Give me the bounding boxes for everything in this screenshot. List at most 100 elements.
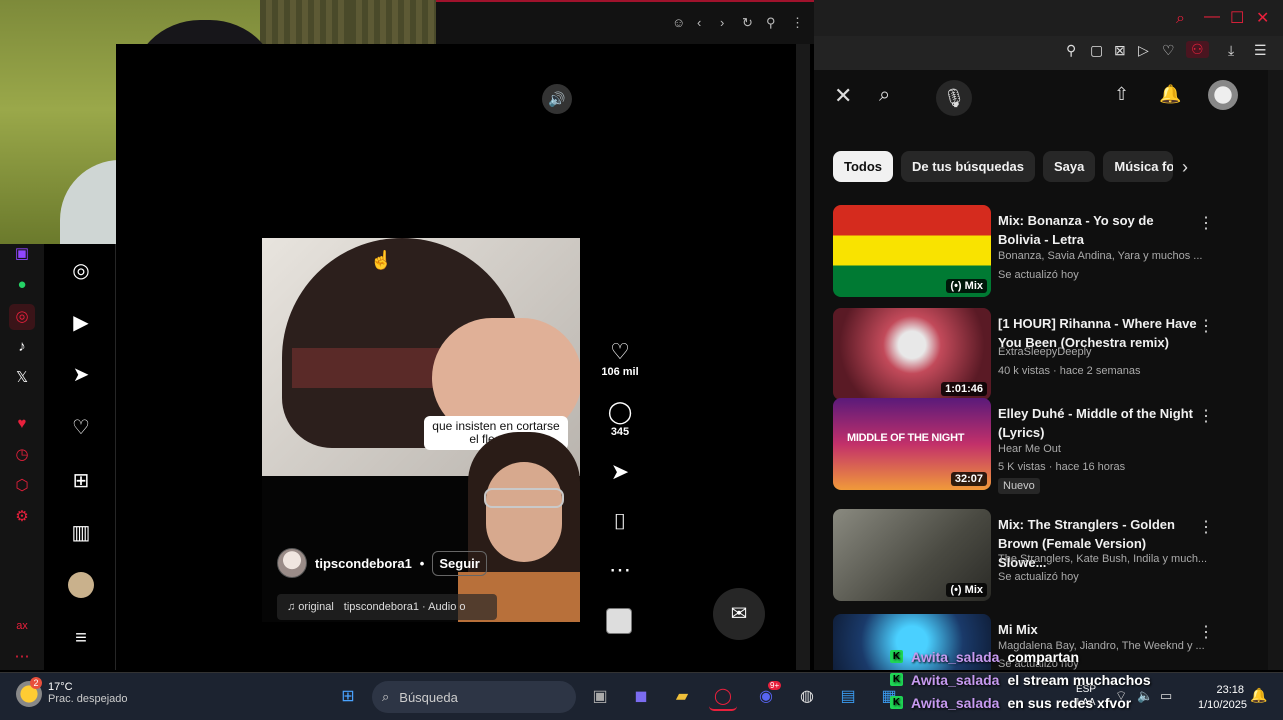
discord-badge: 9+ xyxy=(768,681,782,690)
share-button[interactable]: ➤ xyxy=(598,460,642,484)
audio-thumbnail[interactable] xyxy=(606,608,632,634)
video-title[interactable]: Mix: Bonanza - Yo soy de Bolivia - Letra xyxy=(998,211,1198,249)
video-item[interactable]: MIDDLE OF THE NIGHT 32:07 Elley Duhé - M… xyxy=(833,398,1214,494)
video-thumbnail[interactable]: (•) Mix xyxy=(833,205,991,297)
back-icon[interactable]: ‹ xyxy=(697,15,701,30)
video-item[interactable]: 1:01:46 [1 HOUR] Rihanna - Where Have Yo… xyxy=(833,308,1214,403)
reels-icon[interactable]: ▶ xyxy=(68,310,94,336)
temperature: 17°C xyxy=(48,681,73,693)
audio-info[interactable]: ♫ original tipscondebora1 · Audio o xyxy=(277,594,497,620)
profile-avatar[interactable] xyxy=(68,572,94,598)
start-icon[interactable]: ⊞ xyxy=(334,683,362,711)
author-username[interactable]: tipscondebora1 xyxy=(315,556,412,571)
settings-icon[interactable]: ⚙ xyxy=(12,507,32,527)
more-options-button[interactable]: ⋯ xyxy=(598,558,642,582)
menu-dots-icon[interactable]: ⋮ xyxy=(791,15,804,31)
obs-icon[interactable]: ◍ xyxy=(793,683,821,711)
store-icon[interactable]: ▤ xyxy=(834,683,862,711)
pin-icon[interactable]: ⚲ xyxy=(766,15,776,31)
messenger-button[interactable]: ✉ xyxy=(713,588,765,640)
explore-icon[interactable]: ◎ xyxy=(68,258,94,284)
chip-music[interactable]: Música fo xyxy=(1103,151,1174,182)
reload-icon[interactable]: ↻ xyxy=(742,15,753,31)
chat-message: K Awita_salada en sus redes xfvor xyxy=(890,691,1210,714)
weather-widget[interactable]: 17°C Prac. despejado 2 xyxy=(16,677,128,707)
adblock-icon[interactable]: ⊠ xyxy=(1114,42,1126,59)
send-icon: ➤ xyxy=(610,459,630,484)
author-avatar[interactable] xyxy=(277,548,307,578)
player-icon[interactable]: ▷ xyxy=(1138,42,1149,59)
more-menu-icon[interactable]: ≡ xyxy=(68,625,94,651)
close-search-icon[interactable]: ✕ xyxy=(834,83,852,109)
maximize-icon[interactable]: ☐ xyxy=(1230,8,1244,28)
tiktok-icon[interactable]: ♪ xyxy=(12,337,32,357)
twitch-icon[interactable]: ▣ xyxy=(12,244,32,264)
save-button[interactable]: ⌷ xyxy=(598,510,642,534)
video-channel: ExtraSleepyDeeply xyxy=(998,346,1092,358)
chip-saya[interactable]: Saya xyxy=(1043,151,1096,182)
create-icon[interactable]: ⊞ xyxy=(68,468,94,494)
taskbar-search[interactable]: ⌕ Búsqueda xyxy=(372,681,576,713)
account-avatar[interactable] xyxy=(1208,80,1238,110)
whatsapp-icon[interactable]: ● xyxy=(12,275,32,295)
extensions-icon[interactable]: ⬡ xyxy=(12,476,32,496)
upload-icon[interactable]: ⇧ xyxy=(1114,84,1129,105)
comment-count: 345 xyxy=(610,426,630,438)
heart-icon[interactable]: ♡ xyxy=(1162,42,1175,59)
bell-icon[interactable]: 🔔 xyxy=(1159,84,1181,105)
easy-setup-icon[interactable]: ☰ xyxy=(1254,42,1267,59)
video-thumbnail[interactable]: (•) Mix xyxy=(833,509,991,601)
smile-icon[interactable]: ☺ xyxy=(672,15,685,30)
microphone-icon[interactable]: 🎙 xyxy=(936,80,972,116)
browser-window-bar: ⌕ — ☐ ✕ xyxy=(814,0,1283,36)
chip-from-searches[interactable]: De tus búsquedas xyxy=(901,151,1035,182)
comment-button[interactable]: ◯ 345 xyxy=(598,400,642,439)
video-info: Se actualizó hoy xyxy=(998,571,1079,583)
direct-icon[interactable]: ➤ xyxy=(68,362,94,388)
video-menu-icon[interactable]: ⋮ xyxy=(1198,316,1214,336)
x-icon[interactable]: 𝕏 xyxy=(12,368,32,388)
search-icon[interactable]: ⌕ xyxy=(879,84,890,107)
more-icon[interactable]: ⋯ xyxy=(12,647,32,667)
video-menu-icon[interactable]: ⋮ xyxy=(1198,622,1213,642)
video-menu-icon[interactable]: ⋮ xyxy=(1198,213,1214,233)
chevron-right-icon[interactable]: › xyxy=(1182,157,1188,178)
video-item[interactable]: (•) Mix Mix: The Stranglers - Golden Bro… xyxy=(833,509,1214,604)
task-view-icon[interactable]: ▣ xyxy=(586,683,614,711)
pin-icon[interactable]: ⚲ xyxy=(1066,42,1076,59)
youtube-scrollbar[interactable] xyxy=(1268,70,1283,670)
video-menu-icon[interactable]: ⋮ xyxy=(1198,406,1214,426)
video-thumbnail[interactable]: MIDDLE OF THE NIGHT 32:07 xyxy=(833,398,991,490)
forward-icon[interactable]: › xyxy=(720,15,724,30)
dashboard-icon[interactable]: ▥ xyxy=(68,520,94,546)
search-icon: ⌕ xyxy=(382,689,390,704)
notification-bell-icon[interactable]: 🔔 xyxy=(1250,687,1267,704)
volume-icon[interactable]: 🔊 xyxy=(542,84,572,114)
download-icon[interactable]: ⤓ xyxy=(1228,42,1234,59)
explorer-icon[interactable]: ▰ xyxy=(668,683,696,711)
history-icon[interactable]: ◷ xyxy=(12,445,32,465)
chat-text: compartan xyxy=(1007,648,1080,665)
aria-icon[interactable]: ax xyxy=(12,616,32,636)
browser-extensions-bar: ⚲ ▢ ⊠ ▷ ♡ ⚇ ⤓ ☰ xyxy=(814,36,1283,70)
heart-icon[interactable]: ♥ xyxy=(12,414,32,434)
video-thumbnail[interactable]: 1:01:46 xyxy=(833,308,991,400)
notifications-icon[interactable]: ♡ xyxy=(68,415,94,441)
video-item[interactable]: (•) Mix Mix: Bonanza - Yo soy de Bolivia… xyxy=(833,205,1214,300)
like-button[interactable]: ♡ 106 mil xyxy=(598,340,642,379)
vpn-icon[interactable]: ⚇ xyxy=(1186,41,1209,58)
reel-scrollbar[interactable] xyxy=(796,44,810,670)
snapshot-icon[interactable]: ▢ xyxy=(1090,42,1103,59)
like-count: 106 mil xyxy=(601,366,639,378)
instagram-icon[interactable]: ◎ xyxy=(9,304,35,330)
chip-all[interactable]: Todos xyxy=(833,151,894,182)
video-menu-icon[interactable]: ⋮ xyxy=(1198,517,1214,537)
video-title[interactable]: Elley Duhé - Middle of the Night (Lyrics… xyxy=(998,404,1198,442)
search-icon[interactable]: ⌕ xyxy=(1176,10,1185,28)
minimize-icon[interactable]: — xyxy=(1204,8,1220,26)
teams-icon[interactable]: ◼ xyxy=(627,683,655,711)
follow-button[interactable]: Seguir xyxy=(432,550,487,576)
video-title[interactable]: Mi Mix xyxy=(998,620,1198,639)
close-icon[interactable]: ✕ xyxy=(1256,8,1269,28)
opera-gx-icon[interactable]: ◯ xyxy=(709,683,737,711)
